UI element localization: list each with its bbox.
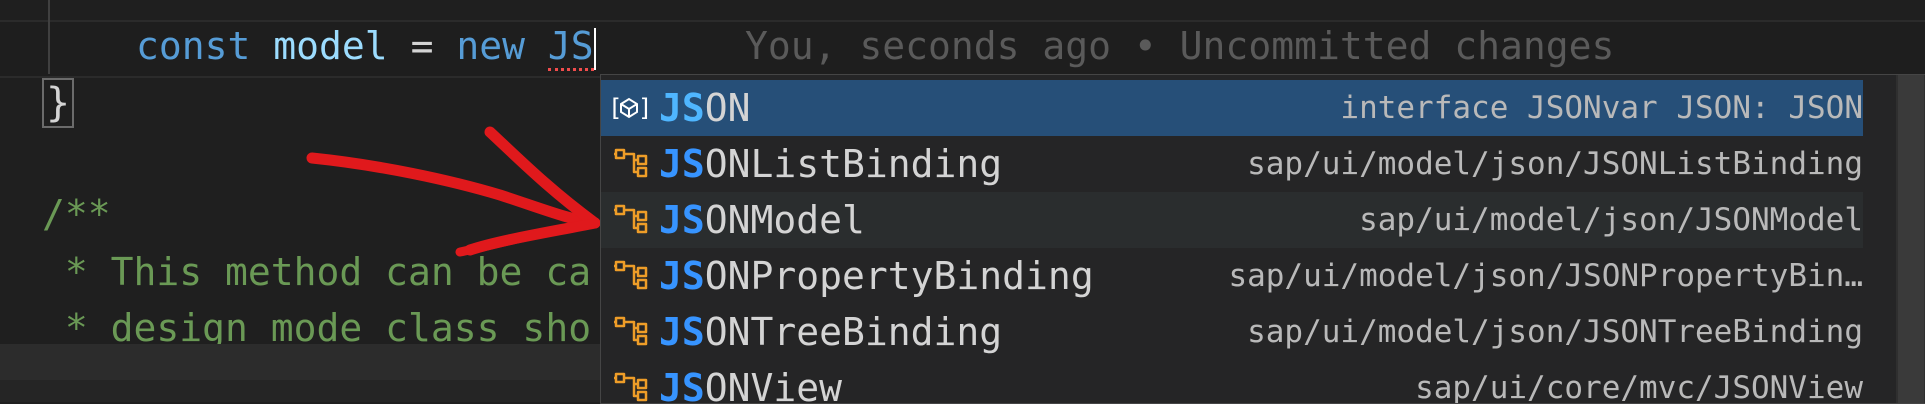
- suggest-label: JSONListBinding: [659, 142, 1003, 186]
- keyword-const: const: [136, 24, 251, 68]
- suggest-item-jsonlistbinding[interactable]: JSONListBinding sap/ui/model/json/JSONLi…: [601, 136, 1863, 192]
- suggest-item-jsonview[interactable]: JSONView sap/ui/core/mvc/JSONView: [601, 360, 1863, 404]
- svg-text:]: ]: [638, 94, 652, 122]
- closing-brace: }: [42, 78, 75, 128]
- suggest-scrollbar[interactable]: [1896, 75, 1925, 403]
- variable-model: model: [273, 24, 388, 68]
- suggest-item-jsonpropertybinding[interactable]: JSONPropertyBinding sap/ui/model/json/JS…: [601, 248, 1863, 304]
- suggest-widget[interactable]: [ ] JSON interface JSONvar JSON: JSON JS…: [600, 74, 1925, 404]
- suggest-item-json[interactable]: [ ] JSON interface JSONvar JSON: JSON: [601, 80, 1863, 136]
- suggest-scrollbar-thumb[interactable]: [1898, 75, 1924, 403]
- class-icon: [601, 248, 659, 304]
- suggest-label: JSONTreeBinding: [659, 310, 1003, 354]
- class-icon: [601, 136, 659, 192]
- interface-icon: [ ]: [601, 80, 659, 136]
- suggest-label: JSONPropertyBinding: [659, 254, 1094, 298]
- class-icon: [601, 360, 659, 403]
- suggest-label: JSONModel: [659, 198, 865, 242]
- comment-open: /**: [42, 192, 111, 236]
- suggest-label: JSONView: [659, 366, 843, 404]
- suggest-detail: sap/ui/model/json/JSONTreeBinding: [1247, 314, 1863, 350]
- text-cursor: [593, 27, 596, 70]
- typed-identifier: JS: [547, 24, 594, 71]
- operator-equals: =: [410, 24, 434, 68]
- code-line-model[interactable]: const model = new JS: [136, 18, 596, 74]
- suggest-detail: interface JSONvar JSON: JSON: [1340, 90, 1863, 126]
- suggest-detail: sap/ui/model/json/JSONPropertyBin…: [1228, 258, 1863, 294]
- suggest-label: JSON: [659, 86, 751, 130]
- git-blame-annotation: You, seconds ago • Uncommitted changes: [745, 24, 1615, 68]
- class-icon: [601, 192, 659, 248]
- indent-guide: [48, 0, 50, 74]
- suggest-detail: sap/ui/model/json/JSONListBinding: [1247, 146, 1863, 182]
- annotation-arrow: [306, 126, 601, 257]
- suggest-item-jsonmodel[interactable]: JSONModel sap/ui/model/json/JSONModel: [601, 192, 1863, 248]
- keyword-new: new: [456, 24, 525, 68]
- suggest-detail: sap/ui/model/json/JSONModel: [1359, 202, 1863, 238]
- suggest-item-jsontreebinding[interactable]: JSONTreeBinding sap/ui/model/json/JSONTr…: [601, 304, 1863, 360]
- class-icon: [601, 304, 659, 360]
- suggest-detail: sap/ui/core/mvc/JSONView: [1415, 370, 1863, 404]
